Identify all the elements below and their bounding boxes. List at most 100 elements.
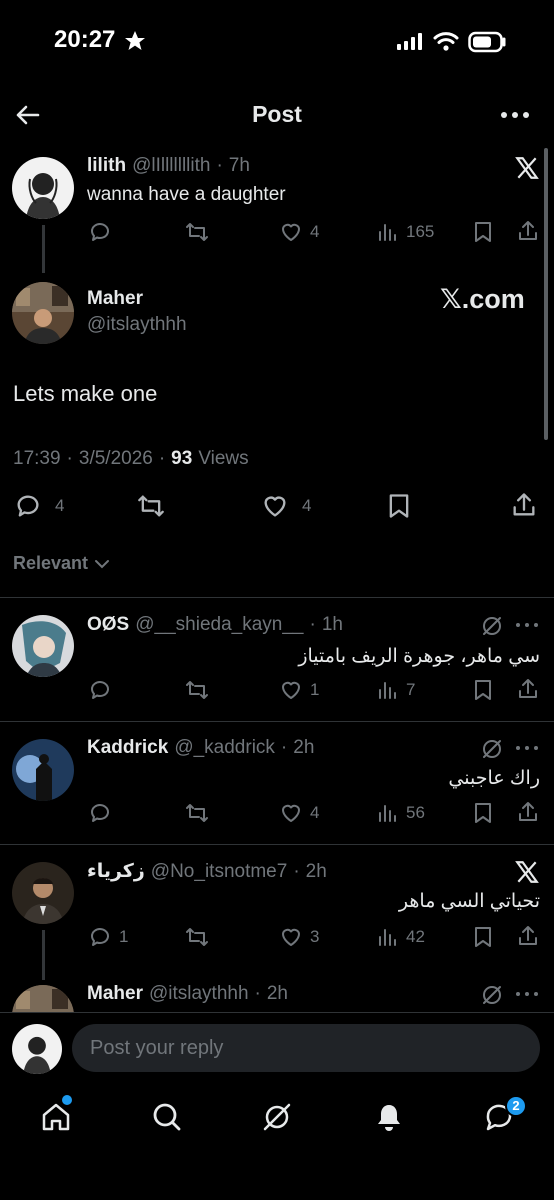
x-logo-icon	[515, 861, 539, 883]
reply-count: 4	[55, 496, 65, 515]
reply-author-name[interactable]: Kaddrick	[87, 737, 168, 759]
views-count: 42	[406, 927, 425, 946]
like-count: 1	[310, 680, 320, 699]
author-handle[interactable]: @lIlllllllith	[132, 155, 210, 177]
reply-text: تحياتي السي ماهر	[398, 891, 540, 912]
author-name[interactable]: Maher	[87, 288, 143, 310]
author-handle[interactable]: @itslaythhh	[87, 314, 187, 336]
like-icon[interactable]	[279, 220, 303, 244]
reply-icon[interactable]	[88, 801, 112, 825]
grok-icon[interactable]	[261, 1101, 293, 1133]
more-options-icon[interactable]	[515, 621, 539, 629]
wifi-icon	[433, 32, 459, 51]
like-count: 4	[310, 803, 320, 822]
bookmark-icon[interactable]	[472, 220, 494, 244]
scrollbar[interactable]	[544, 148, 548, 440]
avatar[interactable]	[12, 739, 74, 801]
post-text: Lets make one	[13, 381, 158, 406]
share-icon[interactable]	[516, 924, 540, 948]
repost-icon[interactable]	[184, 801, 210, 825]
bookmark-icon[interactable]	[472, 678, 494, 702]
bell-icon[interactable]	[373, 1101, 405, 1133]
reply-author-name[interactable]: Maher	[87, 983, 143, 1005]
avatar[interactable]	[12, 985, 74, 1012]
more-options-icon[interactable]	[500, 108, 530, 122]
avatar[interactable]	[12, 862, 74, 924]
avatar[interactable]	[12, 157, 74, 219]
sort-dropdown[interactable]: Relevant	[13, 553, 110, 574]
messages-badge: 2	[505, 1095, 527, 1117]
author-name[interactable]: lilith	[87, 155, 126, 177]
reply-text: سي ماهر، جوهرة الريف بامتياز	[298, 646, 540, 667]
share-icon[interactable]	[516, 800, 540, 824]
reply-time: 2h	[266, 983, 288, 1004]
star-icon	[125, 31, 145, 50]
avatar[interactable]	[12, 282, 74, 344]
reply-time: 1h	[321, 614, 343, 635]
like-count: 4	[310, 222, 320, 241]
views-label: Views	[198, 448, 249, 469]
thread-line	[42, 930, 45, 980]
reply-icon[interactable]	[88, 678, 112, 702]
grok-icon[interactable]	[481, 615, 503, 637]
views-icon[interactable]	[377, 925, 399, 949]
post-time: 7h	[228, 155, 250, 176]
views-icon[interactable]	[377, 220, 399, 244]
reply-input-placeholder: Post your reply	[90, 1037, 224, 1059]
share-icon[interactable]	[516, 219, 540, 243]
grok-icon[interactable]	[481, 738, 503, 760]
battery-icon	[468, 31, 506, 53]
reply-author-name[interactable]: OØS	[87, 614, 129, 636]
reply-author-handle[interactable]: @_kaddrick	[174, 737, 275, 759]
avatar[interactable]	[12, 615, 74, 677]
notification-dot	[62, 1095, 72, 1105]
reply-icon[interactable]	[88, 925, 112, 949]
share-icon[interactable]	[510, 491, 538, 519]
bookmark-icon[interactable]	[472, 801, 494, 825]
sort-label: Relevant	[13, 553, 89, 573]
like-icon[interactable]	[279, 925, 303, 949]
bookmark-icon[interactable]	[386, 492, 412, 520]
avatar[interactable]	[12, 1024, 62, 1074]
repost-icon[interactable]	[134, 492, 168, 520]
like-count: 3	[310, 927, 320, 946]
like-icon[interactable]	[279, 801, 303, 825]
reply-time: 2h	[293, 737, 315, 758]
reply-author-handle[interactable]: @__shieda_kayn__	[135, 614, 303, 636]
more-options-icon[interactable]	[515, 744, 539, 752]
thread-line	[42, 225, 45, 273]
divider	[0, 721, 554, 722]
repost-icon[interactable]	[184, 220, 210, 244]
home-icon[interactable]	[40, 1101, 72, 1133]
share-icon[interactable]	[516, 677, 540, 701]
bookmark-icon[interactable]	[472, 925, 494, 949]
x-logo-icon	[515, 157, 539, 179]
post-text: wanna have a daughter	[87, 184, 286, 205]
reply-count: 1	[119, 927, 129, 946]
reply-author-handle[interactable]: @No_itsnotme7	[151, 861, 288, 883]
views-count: 56	[406, 803, 425, 822]
views-count: 7	[406, 680, 416, 699]
like-icon[interactable]	[260, 492, 290, 520]
like-icon[interactable]	[279, 678, 303, 702]
reply-partial[interactable]: Maher @itslaythhh · 2h	[0, 975, 554, 1012]
reply-text: راك عاجبني	[448, 768, 540, 789]
search-icon[interactable]	[151, 1101, 183, 1133]
reply-author-handle[interactable]: @itslaythhh	[149, 983, 249, 1005]
grok-icon[interactable]	[481, 984, 503, 1006]
views-count: 165	[406, 222, 435, 241]
cellular-signal-icon	[397, 33, 422, 50]
views-icon[interactable]	[377, 678, 399, 702]
divider	[0, 844, 554, 845]
reply-icon[interactable]	[13, 492, 43, 520]
reply-time: 2h	[305, 860, 327, 882]
repost-icon[interactable]	[184, 925, 210, 949]
views-icon[interactable]	[377, 801, 399, 825]
reply-author-name[interactable]: زكرياء	[87, 860, 145, 883]
reply-input[interactable]: Post your reply	[72, 1024, 540, 1072]
watermark-text: 𝕏.com	[440, 284, 525, 314]
chevron-down-icon	[95, 559, 110, 568]
more-options-icon[interactable]	[515, 990, 539, 998]
reply-icon[interactable]	[88, 220, 112, 244]
repost-icon[interactable]	[184, 678, 210, 702]
